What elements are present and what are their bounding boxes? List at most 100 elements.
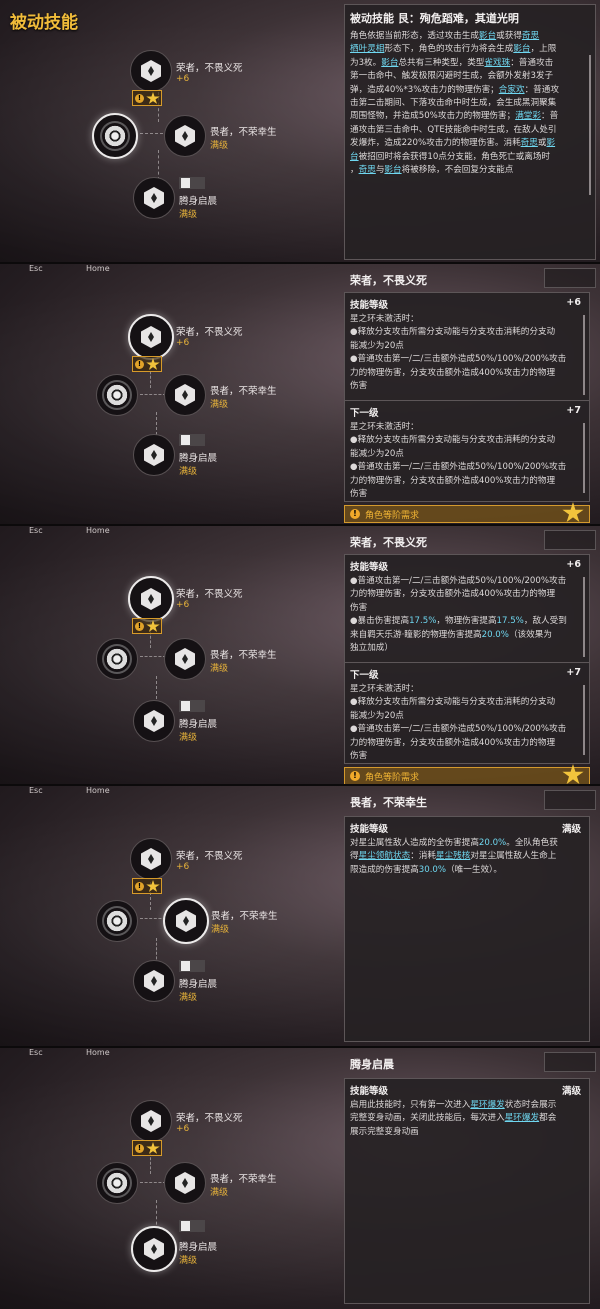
next-level-value: +7: [566, 405, 581, 416]
skill-node-1-level: +6: [176, 600, 190, 610]
warning-icon: !: [135, 882, 144, 891]
description-text: ：普通攻: [524, 84, 559, 95]
description-text: 总共有三种类型，类型: [398, 57, 485, 68]
skill-node-2-level: 满级: [211, 925, 230, 935]
scrollbar[interactable]: [583, 577, 585, 657]
toggle-switch[interactable]: [179, 177, 205, 189]
screenshot-panel-1: 被动技能 荣者，不畏义死 +6 ! 畏者，不荣幸生 满级 腾身启晨 满级 被动技…: [0, 0, 600, 262]
description-line: 角色依据当前形态，透过攻击生成影台或获得奇思: [350, 30, 593, 43]
toggle-switch[interactable]: [179, 960, 205, 972]
description-line: 得星尘领航状态：消耗星尘残核对星尘属性敌人生命上: [350, 850, 586, 863]
next-level-description: 星之环未激活时： ●释放分支攻击所需分支动能与分支攻击消耗的分支动 能减少为20点 ●…: [350, 683, 586, 763]
scrollbar[interactable]: [583, 315, 585, 395]
highlight-number: 20.0%: [481, 629, 509, 640]
keyword-link[interactable]: 星尘领航状态: [359, 851, 411, 861]
flower-emblem-icon: [104, 646, 130, 672]
skill-emblem-icon: [175, 125, 195, 147]
description-text: 能减少为20点: [350, 340, 404, 351]
skill-node-1-level: +6: [176, 338, 190, 348]
description-line: ，奇思与影台将被移除，不会回复分支能点: [350, 164, 593, 177]
scrollbar[interactable]: [589, 55, 591, 195]
skill-node-3-level: 满级: [179, 467, 198, 477]
description-line: ●释放分支攻击所需分支动能与分支攻击消耗的分支动: [350, 434, 586, 447]
description-text: 伤害: [350, 751, 368, 762]
description-text: 伤害: [350, 381, 368, 392]
description-text: ●普通攻击第一/二/三击额外造成50%/100%/200%攻击: [350, 462, 567, 473]
description-text: 力的物理伤害，分支攻击额外造成400%攻击力的物理: [350, 589, 556, 600]
close-button[interactable]: [544, 268, 596, 288]
skill-emblem-icon: [176, 910, 196, 932]
warning-icon: !: [350, 771, 360, 781]
warning-icon: !: [135, 622, 144, 631]
current-level-section: 技能等级 +6 ●普通攻击第一/二/三击额外造成50%/100%/200%攻击力…: [344, 554, 590, 664]
description-text: 力的物理伤害，分支攻击额外造成400%攻击力的物理: [350, 737, 556, 748]
keyword-link[interactable]: 台: [350, 152, 359, 162]
keyword-link[interactable]: 影台: [381, 58, 398, 68]
skill-node-1-level: +6: [176, 1124, 190, 1134]
skill-node-3-level: 满级: [179, 733, 198, 743]
current-level-value: 满级: [561, 1086, 581, 1097]
description-line: 展示完整变身动画: [350, 1126, 586, 1139]
keyword-link[interactable]: 栖叶灵相: [350, 44, 384, 54]
keyword-link[interactable]: 奇思: [521, 138, 538, 148]
skill-node-2-name: 畏者，不荣幸生: [210, 127, 277, 138]
star-icon: [562, 764, 584, 784]
description-text: 角色依据当前形态，透过攻击生成: [350, 31, 479, 41]
toggle-switch[interactable]: [179, 434, 205, 446]
keyword-link[interactable]: 影: [546, 138, 555, 148]
description-line: ●暴击伤害提高17.5%，物理伤害提高17.5%，敌人受到: [350, 615, 586, 628]
description-text: ●释放分支攻击所需分支动能与分支攻击消耗的分支动: [350, 697, 556, 708]
description-line: 伤害: [350, 488, 586, 501]
description-text: 星之环未激活时：: [350, 314, 419, 324]
screenshot-panel-5: Esc Home 荣者，不畏义死 +6 ! 畏者，不荣幸生 满级 腾身启晨 满级 …: [0, 1048, 600, 1309]
description-line: 来自羁天乐游·瞳影的物理伤害提高20.0%（该效果为: [350, 629, 586, 642]
keyword-link[interactable]: 星尘残核: [436, 851, 470, 861]
toggle-switch[interactable]: [179, 1220, 205, 1232]
keyword-link[interactable]: 星环爆发: [505, 1113, 539, 1123]
description-text: 伤害: [350, 489, 368, 500]
skill-node-1-level: +6: [176, 862, 190, 872]
close-button[interactable]: [544, 530, 596, 550]
description-text: 击第二击期间、下落攻击命中时生成，会生成黑洞聚集: [350, 98, 557, 109]
esc-key-label: Esc: [29, 786, 43, 795]
keyword-link[interactable]: 雀戏珠: [484, 58, 510, 68]
skill-node-2-level: 满级: [210, 664, 229, 674]
skill-emblem-icon: [175, 384, 195, 406]
description-line: 启用此技能时，只有第一次进入星环爆发状态时会展示: [350, 1099, 586, 1112]
description-text: ，物理伤害提高: [436, 616, 497, 627]
keyword-link[interactable]: 奇思: [359, 165, 376, 175]
skill-emblem-icon: [141, 60, 161, 82]
keyword-link[interactable]: 满堂彩: [515, 111, 541, 121]
close-button[interactable]: [544, 1052, 596, 1072]
next-level-label: 下一级: [350, 408, 379, 419]
description-line: ●普通攻击第一/二/三击额外造成50%/100%/200%攻击: [350, 723, 586, 736]
close-button[interactable]: [544, 790, 596, 810]
description-text: ●普通攻击第一/二/三击额外造成50%/100%/200%攻击: [350, 724, 567, 735]
next-level-value: +7: [566, 667, 581, 678]
description-line: 能减少为20点: [350, 710, 586, 723]
description-line: 对星尘属性敌人造成的全伤害提高20.0%。全队角色获: [350, 837, 586, 850]
description-line: ●释放分支攻击所需分支动能与分支攻击消耗的分支动: [350, 326, 586, 339]
description-line: 力的物理伤害，分支攻击额外造成400%攻击力的物理: [350, 367, 586, 380]
description-text: 状态时会展示: [504, 1100, 557, 1110]
keyword-link[interactable]: 奇思: [522, 31, 539, 41]
skill-node-1-name: 荣者，不畏义死: [176, 1113, 243, 1124]
description-line: ●普通攻击第一/二/三击额外造成50%/100%/200%攻击: [350, 353, 586, 366]
keyword-link[interactable]: 影台: [513, 44, 530, 54]
description-line: 伤害: [350, 750, 586, 763]
description-line: 伤害: [350, 380, 586, 393]
keyword-link[interactable]: 星环爆发: [470, 1100, 504, 1110]
description-line: 限造成的伤害提高30.0%（唯一生效）。: [350, 864, 586, 877]
skill-node-1-name: 荣者，不畏义死: [176, 589, 243, 600]
keyword-link[interactable]: 影台: [479, 31, 496, 41]
toggle-switch[interactable]: [179, 700, 205, 712]
description-text: 伤害: [350, 602, 368, 613]
keyword-link[interactable]: 影台: [384, 165, 401, 175]
description-text: ●普通攻击第一/二/三击额外造成50%/100%/200%攻击: [350, 354, 567, 365]
keyword-link[interactable]: 合家欢: [499, 85, 525, 95]
scrollbar[interactable]: [583, 685, 585, 755]
scrollbar[interactable]: [583, 423, 585, 493]
description-line: 独立加成）: [350, 642, 586, 655]
description-text: 。全队角色获: [506, 838, 558, 848]
rank-requirement-badge: !: [132, 90, 162, 106]
